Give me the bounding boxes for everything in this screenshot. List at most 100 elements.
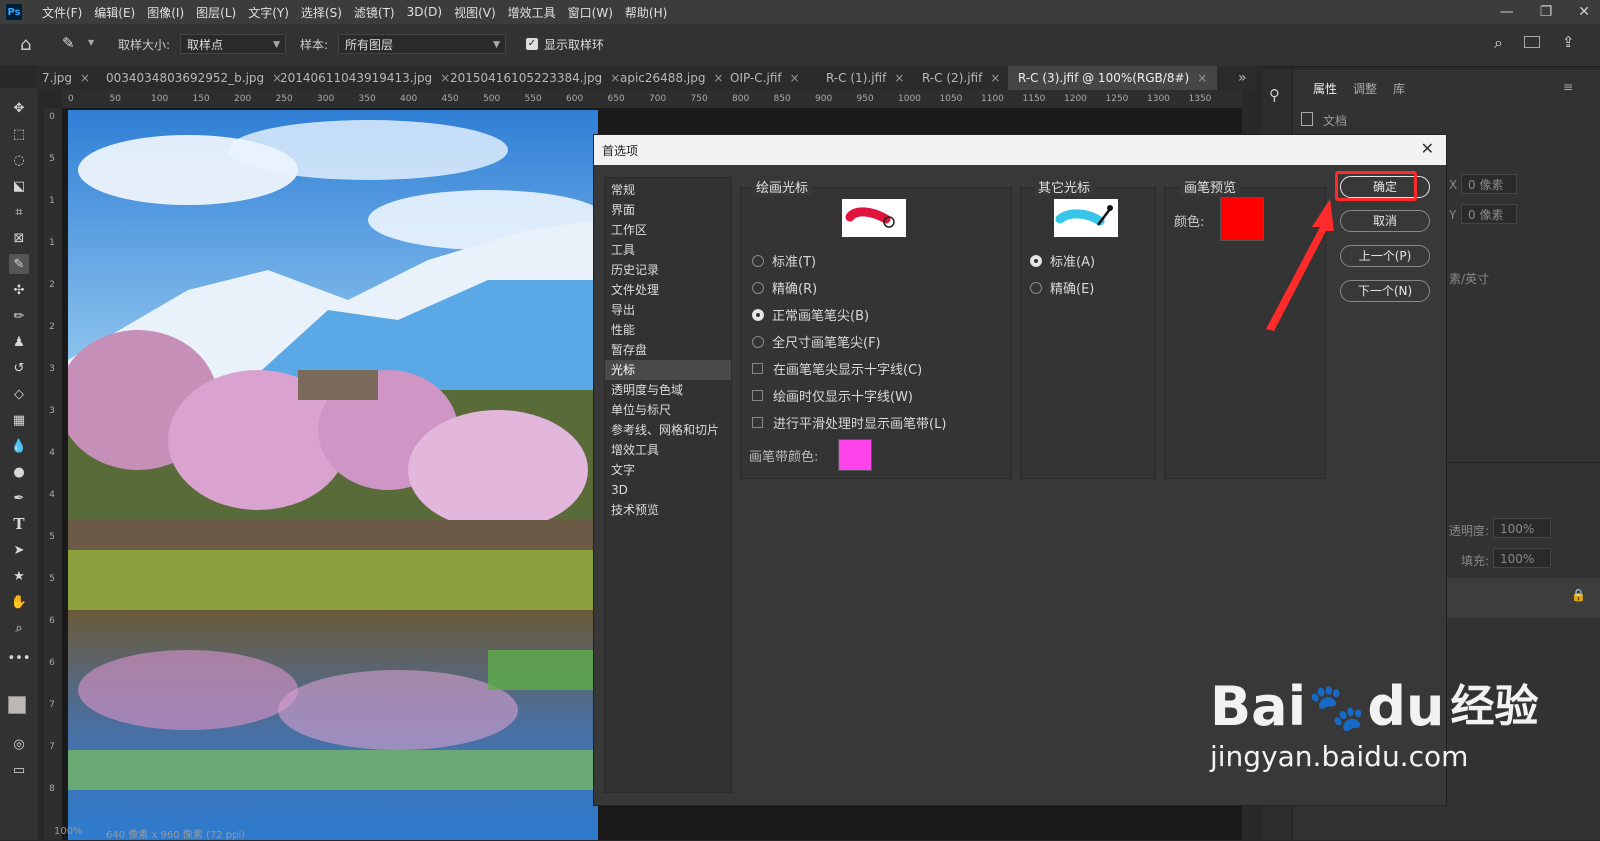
fill-field[interactable]: 100%	[1493, 548, 1551, 568]
eyedropper-icon[interactable]: ✎	[9, 254, 29, 274]
close-icon[interactable]: ×	[713, 71, 723, 85]
move-tool-icon[interactable]: ✥	[9, 98, 29, 118]
menu-file[interactable]: 文件(F)	[36, 4, 88, 21]
close-icon[interactable]: ×	[1197, 71, 1207, 85]
document-image[interactable]	[68, 110, 598, 840]
x-field[interactable]: 0 像素	[1461, 174, 1517, 194]
menu-edit[interactable]: 编辑(E)	[88, 4, 141, 21]
layer-row[interactable]: 🔒	[1443, 578, 1600, 618]
hand-tool-icon[interactable]: ✋	[9, 592, 29, 612]
nav-general[interactable]: 常规	[605, 180, 731, 200]
radio-standard-a[interactable]: 标准(A)	[1030, 251, 1095, 270]
properties-panel-icon[interactable]: ⚲	[1269, 86, 1280, 104]
menu-view[interactable]: 视图(V)	[448, 4, 502, 21]
doc-tab[interactable]: R-C (2).jfif ×	[922, 66, 1000, 90]
next-button[interactable]: 下一个(N)	[1340, 280, 1430, 302]
nav-performance[interactable]: 性能	[605, 320, 731, 340]
check-crosshair-painting[interactable]: 绘画时仅显示十字线(W)	[752, 386, 913, 405]
nav-scratch-disks[interactable]: 暂存盘	[605, 340, 731, 360]
menu-layer[interactable]: 图层(L)	[190, 4, 242, 21]
menu-window[interactable]: 窗口(W)	[562, 4, 619, 21]
show-ring-checkbox[interactable]: ✓	[526, 38, 538, 50]
y-field[interactable]: 0 像素	[1461, 204, 1517, 224]
close-icon[interactable]: ×	[790, 71, 800, 85]
close-icon[interactable]: ×	[440, 71, 450, 85]
close-icon[interactable]: ×	[610, 71, 620, 85]
healing-tool-icon[interactable]: ✣	[9, 280, 29, 300]
doc-tab[interactable]: apic26488.jpg ×	[620, 66, 724, 90]
object-select-tool-icon[interactable]: ⬕	[9, 176, 29, 196]
zoom-tool-icon[interactable]: ⌕	[9, 618, 29, 638]
history-brush-icon[interactable]: ↺	[9, 358, 29, 378]
home-icon[interactable]: ⌂	[20, 34, 31, 55]
share-icon[interactable]: ⇪	[1562, 33, 1575, 51]
shape-tool-icon[interactable]: ★	[9, 566, 29, 586]
tab-libraries[interactable]: 库	[1393, 80, 1405, 97]
nav-3d[interactable]: 3D	[605, 480, 731, 500]
menu-image[interactable]: 图像(I)	[141, 4, 190, 21]
path-select-tool-icon[interactable]: ➤	[9, 540, 29, 560]
panel-menu-icon[interactable]: ≡	[1563, 80, 1573, 94]
radio-full-size-brush-tip[interactable]: 全尺寸画笔笔尖(F)	[752, 332, 881, 351]
nav-units-rulers[interactable]: 单位与标尺	[605, 400, 731, 420]
tab-adjustments[interactable]: 调整	[1353, 80, 1377, 97]
stamp-tool-icon[interactable]: ♟	[9, 332, 29, 352]
nav-tech-previews[interactable]: 技术预览	[605, 500, 731, 520]
blur-tool-icon[interactable]: 💧	[9, 436, 29, 456]
restore-icon[interactable]: ❐	[1540, 4, 1553, 20]
dodge-tool-icon[interactable]: ●	[9, 462, 29, 482]
nav-tools[interactable]: 工具	[605, 240, 731, 260]
check-crosshair-brush-tip[interactable]: 在画笔笔尖显示十字线(C)	[752, 359, 922, 378]
nav-workspace[interactable]: 工作区	[605, 220, 731, 240]
search-icon[interactable]: ⌕	[1494, 33, 1503, 53]
check-brush-leash[interactable]: 进行平滑处理时显示画笔带(L)	[752, 413, 946, 432]
cancel-button[interactable]: 取消	[1340, 210, 1430, 232]
tool-preset-chevron-icon[interactable]: ▼	[88, 38, 94, 47]
more-tools-icon[interactable]: •••	[8, 648, 31, 668]
close-icon[interactable]: ✕	[1421, 139, 1434, 158]
close-window-icon[interactable]: ✕	[1578, 4, 1590, 20]
nav-export[interactable]: 导出	[605, 300, 731, 320]
menu-select[interactable]: 选择(S)	[295, 4, 348, 21]
menu-help[interactable]: 帮助(H)	[619, 4, 673, 21]
screen-mode-icon[interactable]: ▭	[9, 760, 29, 780]
close-icon[interactable]: ×	[894, 71, 904, 85]
doc-tab-active[interactable]: R-C (3).jfif @ 100%(RGB/8#) ×	[1008, 66, 1218, 90]
type-tool-icon[interactable]: T	[9, 514, 29, 534]
pen-tool-icon[interactable]: ✒	[9, 488, 29, 508]
tab-properties[interactable]: 属性	[1313, 80, 1337, 97]
menu-type[interactable]: 文字(Y)	[242, 4, 295, 21]
menu-3d[interactable]: 3D(D)	[401, 5, 448, 19]
nav-type[interactable]: 文字	[605, 460, 731, 480]
gradient-tool-icon[interactable]: ▦	[9, 410, 29, 430]
quick-mask-icon[interactable]: ◎	[9, 734, 29, 754]
brush-leash-color-swatch[interactable]	[838, 439, 872, 471]
radio-normal-brush-tip[interactable]: 正常画笔笔尖(B)	[752, 305, 869, 324]
nav-cursors[interactable]: 光标	[605, 360, 731, 380]
close-icon[interactable]: ×	[80, 71, 90, 85]
doc-tab[interactable]: OIP-C.jfif ×	[730, 66, 800, 90]
menu-plugins[interactable]: 增效工具	[502, 4, 562, 21]
radio-standard-t[interactable]: 标准(T)	[752, 251, 816, 270]
nav-plugins[interactable]: 增效工具	[605, 440, 731, 460]
sample-select[interactable]: 所有图层 ▼	[338, 34, 506, 54]
doc-tab[interactable]: 20140611043919413.jpg ×	[280, 66, 450, 90]
minimize-icon[interactable]: —	[1500, 4, 1514, 20]
doc-tab[interactable]: 0034034803692952_b.jpg ×	[106, 66, 282, 90]
doc-tab[interactable]: R-C (1).jfif ×	[826, 66, 904, 90]
tab-overflow-icon[interactable]: »	[1238, 66, 1247, 90]
nav-interface[interactable]: 界面	[605, 200, 731, 220]
doc-tab[interactable]: 7.jpg ×	[42, 66, 90, 90]
doc-tab[interactable]: 20150416105223384.jpg ×	[450, 66, 620, 90]
lasso-tool-icon[interactable]: ◌	[9, 150, 29, 170]
opacity-field[interactable]: 100%	[1493, 518, 1551, 538]
eyedropper-tool-icon[interactable]: ✎	[62, 34, 75, 52]
eraser-tool-icon[interactable]: ◇	[9, 384, 29, 404]
radio-precise-r[interactable]: 精确(R)	[752, 278, 817, 297]
previous-button[interactable]: 上一个(P)	[1340, 245, 1430, 267]
frame-tool-icon[interactable]: ⊠	[9, 228, 29, 248]
brush-tool-icon[interactable]: ✏	[9, 306, 29, 326]
close-icon[interactable]: ×	[990, 71, 1000, 85]
menu-filter[interactable]: 滤镜(T)	[348, 4, 401, 21]
marquee-tool-icon[interactable]: ⬚	[9, 124, 29, 144]
